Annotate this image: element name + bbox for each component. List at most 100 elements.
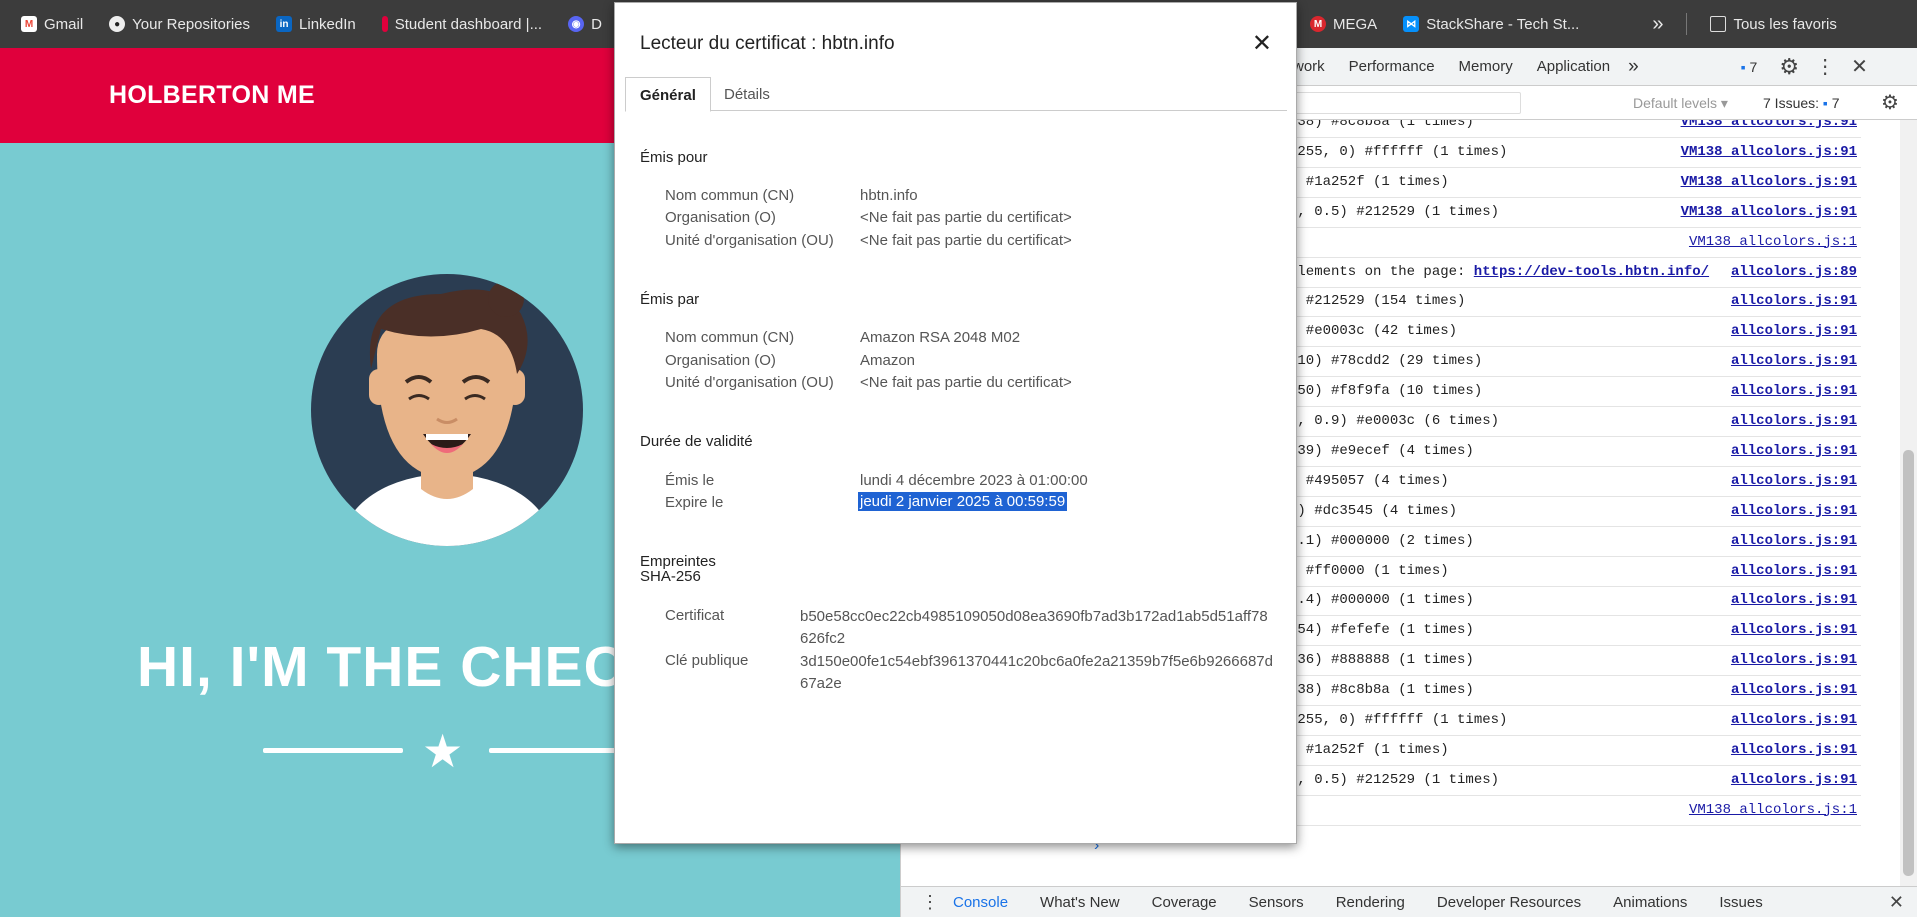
console-message: 138) #8c8b8a (1 times) xyxy=(1289,120,1474,130)
console-source-link[interactable]: VM138 allcolors.js:91 xyxy=(1681,204,1857,220)
certificate-viewer-dialog: Lecteur du certificat : hbtn.info ✕ Géné… xyxy=(614,2,1297,844)
console-source-link[interactable]: VM138 allcolors.js:91 xyxy=(1681,144,1857,160)
divider-line-left xyxy=(263,748,403,753)
avatar xyxy=(311,274,583,546)
tab-network[interactable]: work xyxy=(1293,58,1337,75)
tab-application[interactable]: Application xyxy=(1525,58,1622,75)
console-source-link[interactable]: allcolors.js:91 xyxy=(1731,353,1857,369)
filter-input[interactable] xyxy=(1295,92,1521,114)
bookmark-gmail[interactable]: M Gmail xyxy=(8,0,96,48)
drawer-tab-developer-resources[interactable]: Developer Resources xyxy=(1421,894,1597,911)
console-source-link[interactable]: allcolors.js:91 xyxy=(1731,413,1857,429)
console-message: ) #212529 (154 times) xyxy=(1289,293,1466,310)
github-icon: ● xyxy=(109,16,126,32)
console-source-link[interactable]: allcolors.js:91 xyxy=(1731,772,1857,788)
messages-badge[interactable]: ▪ 7 xyxy=(1741,59,1758,75)
field-value: <Ne fait pas partie du certificat> xyxy=(860,209,1072,226)
fingerprints-heading: Empreintes SHA-256 xyxy=(640,553,716,585)
drawer-tab-sensors[interactable]: Sensors xyxy=(1233,894,1320,911)
console-message: ) #1a252f (1 times) xyxy=(1289,173,1449,190)
console-message: 0, 0.9) #e0003c (6 times) xyxy=(1289,413,1500,429)
more-tabs-button[interactable]: » xyxy=(1622,56,1645,78)
devtools-drawer-tabbar: ⋮ Console What's New Coverage Sensors Re… xyxy=(901,886,1917,917)
console-source-link[interactable]: VM138 allcolors.js:91 xyxy=(1681,174,1857,190)
console-source-link[interactable]: VM138 allcolors.js:1 xyxy=(1689,234,1857,250)
gear-icon[interactable]: ⚙ xyxy=(1779,54,1799,80)
drawer-tab-animations[interactable]: Animations xyxy=(1597,894,1703,911)
console-source-link[interactable]: allcolors.js:91 xyxy=(1731,712,1857,728)
console-source-link[interactable]: allcolors.js:89 xyxy=(1731,264,1857,280)
tab-details[interactable]: Détails xyxy=(710,77,784,111)
expires-on-value-selected[interactable]: jeudi 2 janvier 2025 à 00:59:59 xyxy=(858,492,1068,511)
console-source-link[interactable]: allcolors.js:91 xyxy=(1731,682,1857,698)
console-message: ) #495057 (4 times) xyxy=(1289,472,1449,489)
issues-counter[interactable]: 7 Issues: ▪ 7 xyxy=(1763,95,1840,111)
console-source-link[interactable]: allcolors.js:91 xyxy=(1731,652,1857,668)
drawer-menu-icon[interactable]: ⋮ xyxy=(901,892,953,913)
console-source-link[interactable]: allcolors.js:91 xyxy=(1731,592,1857,608)
console-scrollbar[interactable] xyxy=(1900,120,1917,886)
console-message: 210) #78cdd2 (29 times) xyxy=(1289,353,1483,370)
console-settings-gear-icon[interactable]: ⚙ xyxy=(1881,90,1899,115)
tab-performance[interactable]: Performance xyxy=(1337,58,1447,75)
tab-memory[interactable]: Memory xyxy=(1447,58,1525,75)
bookmark-mega[interactable]: M MEGA xyxy=(1297,0,1390,48)
bookmark-discord[interactable]: ◉ D xyxy=(555,0,615,48)
drawer-tab-rendering[interactable]: Rendering xyxy=(1320,894,1421,911)
issued-on-label: Émis le xyxy=(665,472,715,489)
console-source-link[interactable]: allcolors.js:91 xyxy=(1731,622,1857,638)
selected-text[interactable]: jeudi 2 janvier 2025 à 00:59:59 xyxy=(858,492,1068,511)
console-message: 0.1) #000000 (2 times) xyxy=(1289,532,1474,549)
tab-general[interactable]: Général xyxy=(625,77,711,112)
drawer-tab-console[interactable]: Console xyxy=(953,894,1024,911)
console-source-link[interactable]: allcolors.js:91 xyxy=(1731,503,1857,519)
console-link[interactable]: https://dev-tools.hbtn.info/ xyxy=(1474,264,1709,280)
console-message: 1, 0.5) #212529 (1 times) xyxy=(1289,203,1500,220)
bookmark-student-dashboard[interactable]: Student dashboard |... xyxy=(369,0,555,48)
site-brand[interactable]: HOLBERTON ME xyxy=(109,81,315,110)
bookmarks-overflow-button[interactable]: » xyxy=(1592,0,1676,48)
drawer-tab-coverage[interactable]: Coverage xyxy=(1136,894,1233,911)
console-source-link[interactable]: allcolors.js:91 xyxy=(1731,293,1857,309)
discord-icon: ◉ xyxy=(568,16,585,32)
default-levels-dropdown[interactable]: Default levels ▾ xyxy=(1633,95,1728,112)
close-drawer-icon[interactable]: ✕ xyxy=(1889,892,1904,913)
console-message: 255, 0) #ffffff (1 times) xyxy=(1289,143,1508,160)
console-source-link[interactable]: allcolors.js:91 xyxy=(1731,443,1857,459)
star-icon: ★ xyxy=(422,725,464,777)
console-message: 9) #dc3545 (4 times) xyxy=(1289,502,1458,519)
certificate-hash-label: Certificat xyxy=(665,607,725,624)
console-source-link[interactable]: allcolors.js:91 xyxy=(1731,533,1857,549)
console-message: 239) #e9ecef (4 times) xyxy=(1289,442,1474,459)
bookmark-all-favorites[interactable]: Tous les favoris xyxy=(1697,0,1849,48)
field-label: Nom commun (CN) xyxy=(665,187,795,204)
console-source-link[interactable]: allcolors.js:91 xyxy=(1731,323,1857,339)
drawer-tab-issues[interactable]: Issues xyxy=(1703,894,1778,911)
issued-to-heading: Émis pour xyxy=(640,149,708,166)
field-value: hbtn.info xyxy=(860,187,918,204)
bookmark-stackshare[interactable]: ⋈ StackShare - Tech St... xyxy=(1390,0,1592,48)
bookmark-linkedin[interactable]: in LinkedIn xyxy=(263,0,369,48)
certificate-hash-value: b50e58cc0ec22cb4985109050d08ea3690fb7ad3… xyxy=(800,608,1268,647)
console-source-link[interactable]: VM138 allcolors.js:91 xyxy=(1681,120,1857,130)
console-source-link[interactable]: allcolors.js:91 xyxy=(1731,563,1857,579)
gmail-icon: M xyxy=(21,16,37,32)
hero-title: HI, I'M THE CHEC xyxy=(137,635,626,699)
bookmark-github[interactable]: ● Your Repositories xyxy=(96,0,263,48)
console-message: 255, 0) #ffffff (1 times) xyxy=(1289,712,1508,728)
field-label: Nom commun (CN) xyxy=(665,329,795,346)
console-source-link[interactable]: VM138 allcolors.js:1 xyxy=(1689,802,1857,818)
holberton-icon xyxy=(381,16,388,32)
console-source-link[interactable]: allcolors.js:91 xyxy=(1731,742,1857,758)
close-icon[interactable]: ✕ xyxy=(1252,29,1272,58)
scrollbar-thumb[interactable] xyxy=(1903,450,1914,876)
console-message: ) #1a252f (1 times) xyxy=(1289,741,1449,758)
field-value: <Ne fait pas partie du certificat> xyxy=(860,232,1072,249)
field-value: Amazon RSA 2048 M02 xyxy=(860,329,1021,346)
console-message: 0.4) #000000 (1 times) xyxy=(1289,592,1474,609)
console-source-link[interactable]: allcolors.js:91 xyxy=(1731,473,1857,489)
console-source-link[interactable]: allcolors.js:91 xyxy=(1731,383,1857,399)
drawer-tab-whats-new[interactable]: What's New xyxy=(1024,894,1136,911)
kebab-menu-icon[interactable]: ⋮ xyxy=(1815,54,1835,79)
close-devtools-icon[interactable]: ✕ xyxy=(1851,54,1868,79)
